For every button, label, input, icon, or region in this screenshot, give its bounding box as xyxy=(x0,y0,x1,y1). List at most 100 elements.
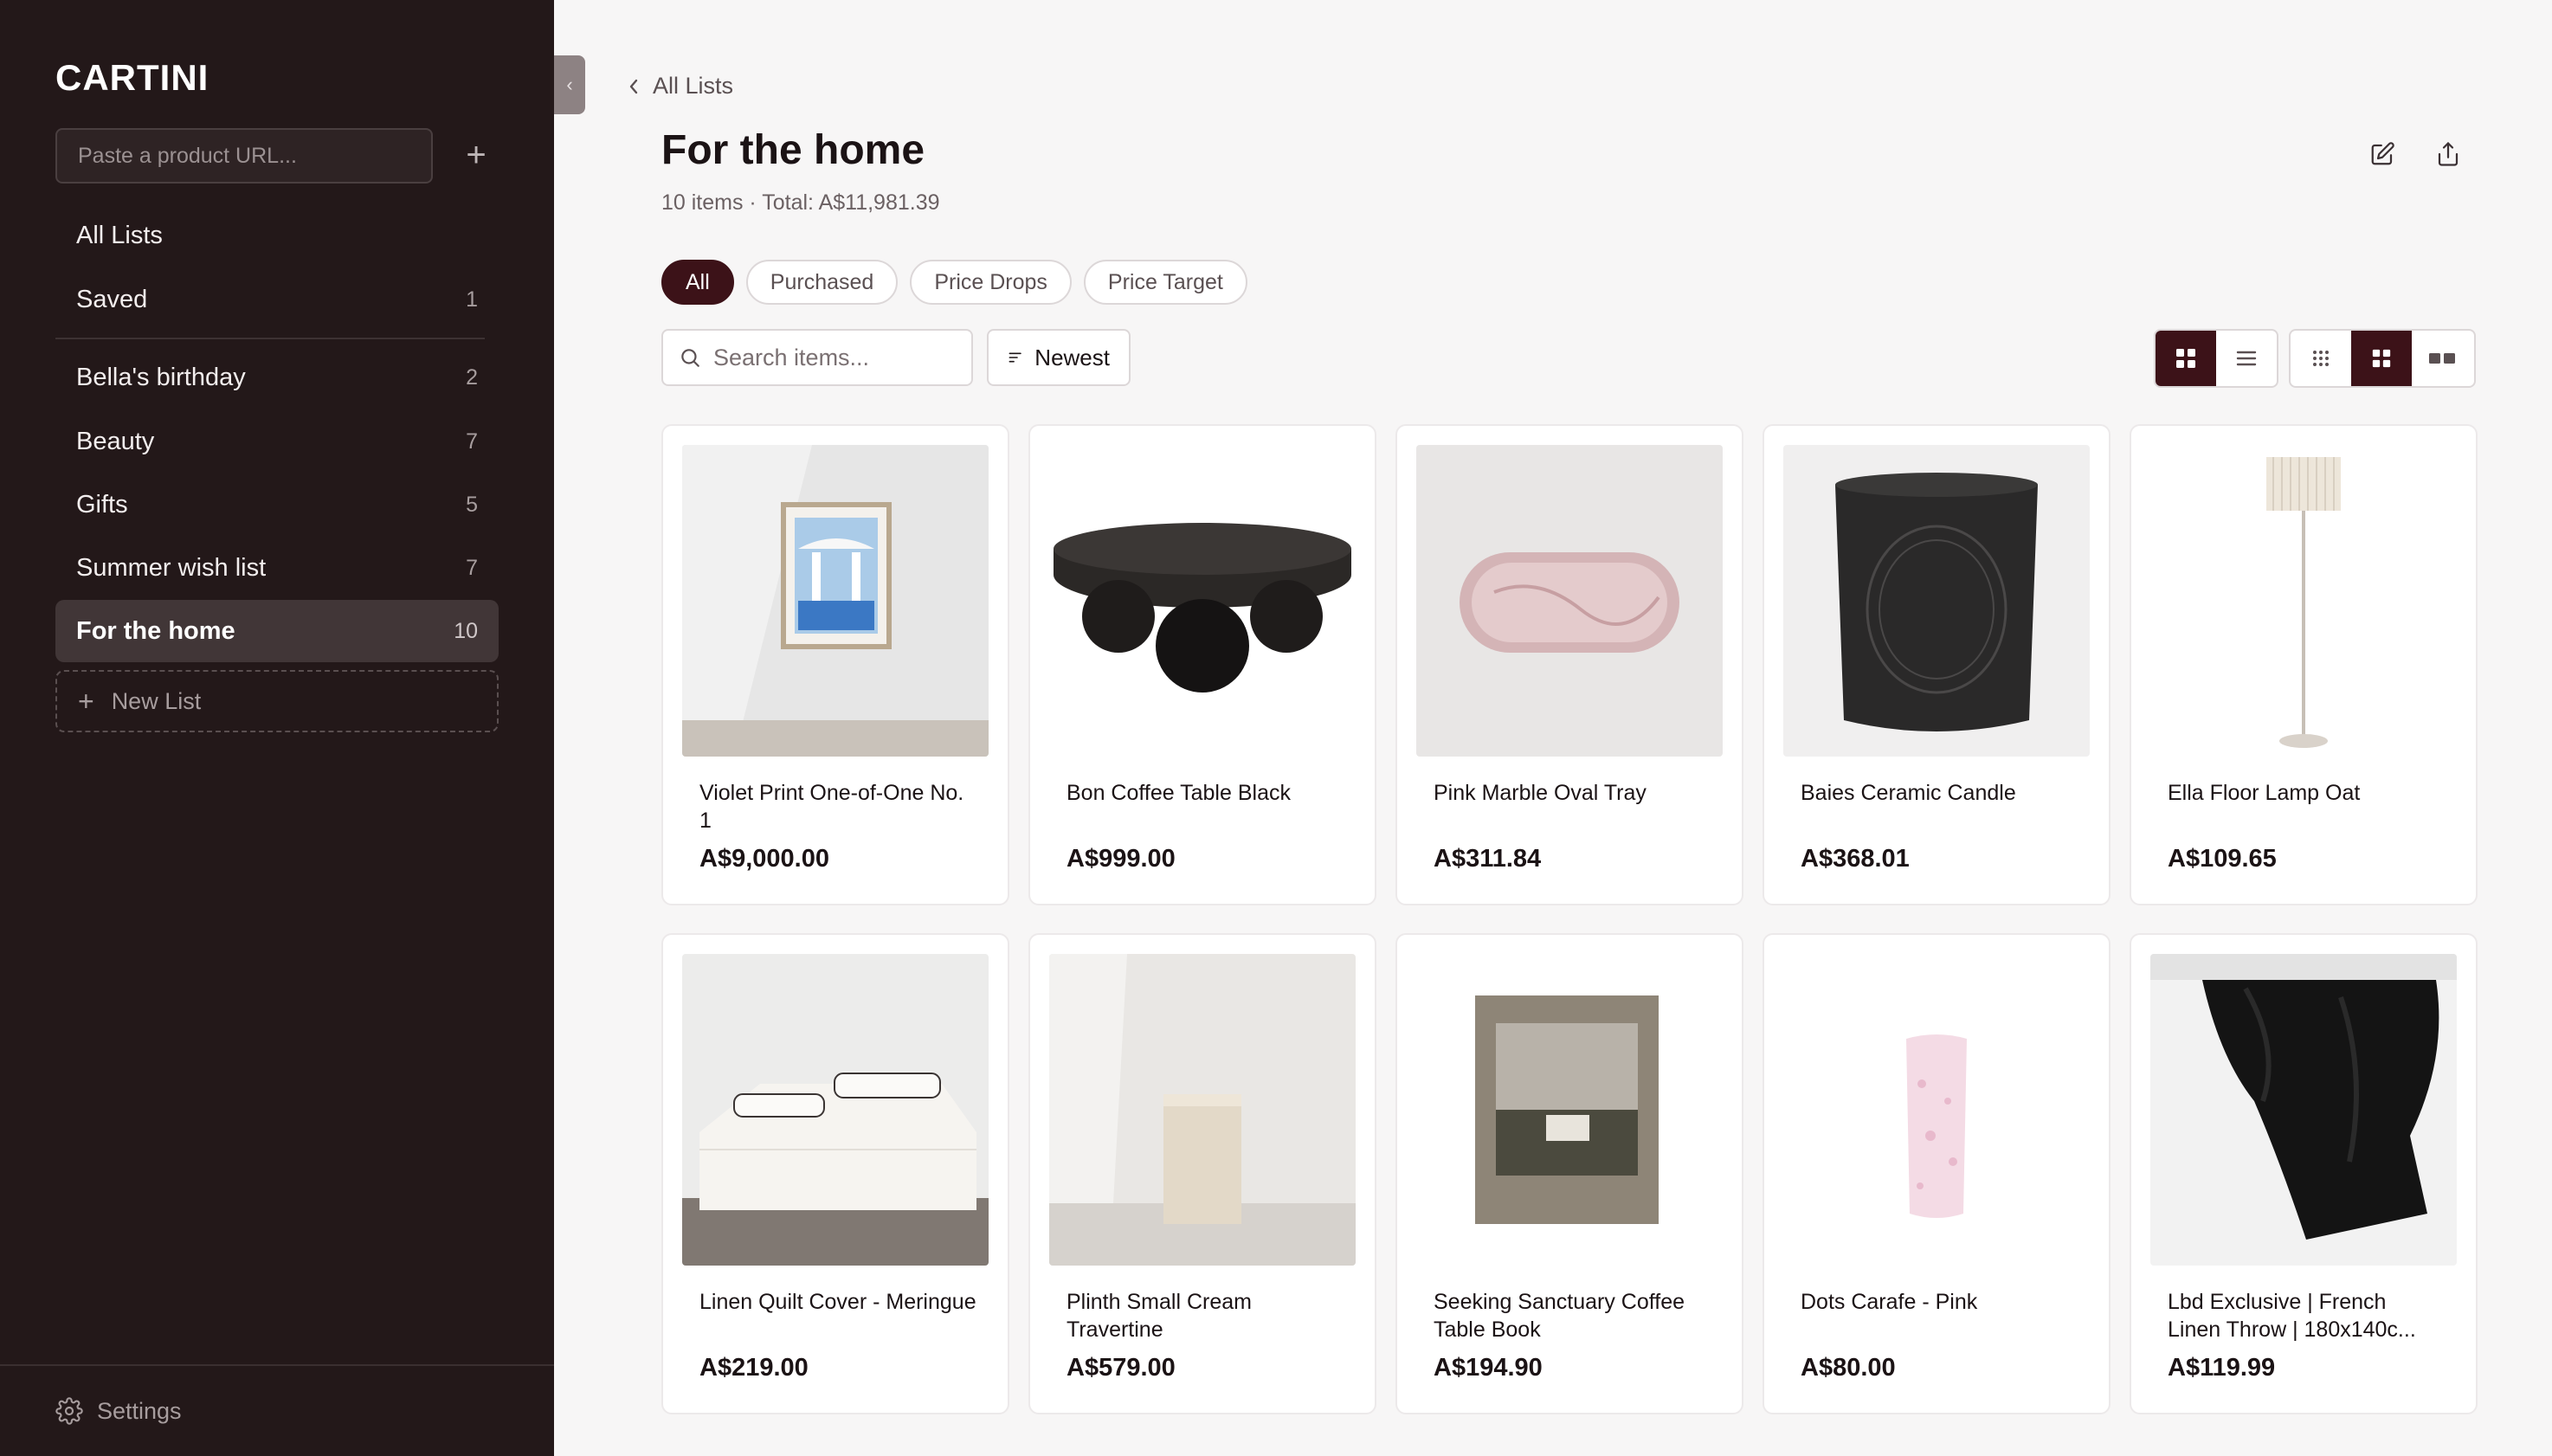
add-url-button[interactable]: + xyxy=(455,135,497,177)
share-list-button[interactable] xyxy=(2431,137,2465,171)
product-card[interactable]: Pink Marble Oval Tray A$311.84 xyxy=(1395,424,1743,905)
edit-list-button[interactable] xyxy=(2365,137,2400,171)
dense-grid-icon xyxy=(2313,351,2329,366)
new-list-button[interactable]: + New List xyxy=(55,670,499,732)
grid-density-toggle xyxy=(2289,329,2476,388)
product-url-input[interactable] xyxy=(55,128,433,184)
grid-view-button[interactable] xyxy=(2156,331,2216,386)
sidebar-item-label: Gifts xyxy=(76,490,128,519)
sidebar-item-label: Saved xyxy=(76,285,148,313)
page-title: For the home xyxy=(661,127,925,173)
product-card[interactable]: Plinth Small Cream Travertine A$579.00 xyxy=(1028,933,1376,1414)
product-name: Lbd Exclusive | French Linen Throw | 180… xyxy=(2168,1290,2416,1342)
sidebar-item-summer-wish-list[interactable]: Summer wish list 7 xyxy=(55,537,499,599)
sidebar-item-label: Bella's birthday xyxy=(76,363,246,391)
new-list-label: New List xyxy=(111,687,202,714)
sort-icon xyxy=(1009,352,1021,363)
plus-icon: + xyxy=(78,685,94,717)
sort-label: Newest xyxy=(1034,344,1110,370)
product-image xyxy=(1783,445,2090,757)
filter-price-drops[interactable]: Price Drops xyxy=(910,260,1072,305)
product-image xyxy=(682,445,989,757)
product-card[interactable]: Seeking Sanctuary Coffee Table Book A$19… xyxy=(1395,933,1743,1414)
settings-label: Settings xyxy=(97,1397,182,1424)
sidebar-item-count: 10 xyxy=(454,618,478,643)
sidebar-item-bellas-birthday[interactable]: Bella's birthday 2 xyxy=(55,346,499,409)
sidebar-item-count: 7 xyxy=(466,555,478,580)
sidebar-item-label: All Lists xyxy=(76,221,163,249)
density-small-button[interactable] xyxy=(2291,331,2351,386)
search-input[interactable] xyxy=(713,344,956,371)
filter-chips: All Purchased Price Drops Price Target xyxy=(661,260,1247,305)
product-price: A$109.65 xyxy=(2168,845,2277,873)
grid-icon xyxy=(2176,349,2195,368)
product-price: A$219.00 xyxy=(699,1354,809,1382)
product-name: Seeking Sanctuary Coffee Table Book xyxy=(1434,1290,1685,1342)
product-name: Violet Print One-of-One No. 1 xyxy=(699,781,964,833)
product-price: A$119.99 xyxy=(2168,1354,2276,1382)
product-card[interactable]: Lbd Exclusive | French Linen Throw | 180… xyxy=(2130,933,2478,1414)
sidebar: CARTINI + All Lists Saved 1 Bella's birt… xyxy=(0,0,554,1456)
product-image xyxy=(1416,445,1723,757)
view-mode-toggle xyxy=(2154,329,2278,388)
product-card[interactable]: Violet Print One-of-One No. 1 A$9,000.00 xyxy=(661,424,1009,905)
edit-icon xyxy=(2371,142,2394,165)
chevron-left-icon xyxy=(629,79,638,93)
product-card[interactable]: Linen Quilt Cover - Meringue A$219.00 xyxy=(661,933,1009,1414)
sidebar-item-count: 2 xyxy=(466,364,478,390)
sidebar-item-beauty[interactable]: Beauty 7 xyxy=(55,410,499,473)
sidebar-item-label: For the home xyxy=(76,616,235,645)
search-box xyxy=(661,329,973,386)
product-card[interactable]: Ella Floor Lamp Oat A$109.65 xyxy=(2130,424,2478,905)
large-grid-icon xyxy=(2429,353,2455,364)
product-card[interactable]: Bon Coffee Table Black A$999.00 xyxy=(1028,424,1376,905)
filter-purchased[interactable]: Purchased xyxy=(745,260,899,305)
settings-button[interactable]: Settings xyxy=(55,1397,182,1425)
density-large-button[interactable] xyxy=(2412,331,2472,386)
app-logo[interactable]: CARTINI xyxy=(55,57,209,99)
sidebar-item-saved[interactable]: Saved 1 xyxy=(55,268,499,331)
product-image xyxy=(2150,954,2457,1266)
product-name: Linen Quilt Cover - Meringue xyxy=(699,1290,976,1314)
gear-icon xyxy=(55,1397,83,1425)
grid-icon xyxy=(2372,349,2391,368)
sidebar-item-for-the-home[interactable]: For the home 10 xyxy=(55,600,499,662)
product-image xyxy=(1049,445,1356,757)
plus-icon: + xyxy=(466,136,487,174)
product-price: A$80.00 xyxy=(1801,1354,1896,1382)
product-price: A$9,000.00 xyxy=(699,845,829,873)
collapse-sidebar-button[interactable]: ‹ xyxy=(554,55,585,114)
product-image xyxy=(1049,954,1356,1266)
product-name: Bon Coffee Table Black xyxy=(1067,781,1291,805)
product-price: A$311.84 xyxy=(1434,845,1542,873)
list-icon xyxy=(2236,351,2257,366)
sidebar-item-label: Beauty xyxy=(76,427,155,455)
list-view-button[interactable] xyxy=(2216,331,2277,386)
product-price: A$999.00 xyxy=(1067,845,1176,873)
product-image xyxy=(1783,954,2090,1266)
density-medium-button[interactable] xyxy=(2351,331,2412,386)
product-price: A$579.00 xyxy=(1067,1354,1176,1382)
product-card[interactable]: Baies Ceramic Candle A$368.01 xyxy=(1763,424,2111,905)
product-image xyxy=(2150,445,2457,757)
sort-button[interactable]: Newest xyxy=(987,329,1131,386)
product-name: Dots Carafe - Pink xyxy=(1801,1290,1978,1314)
product-name: Plinth Small Cream Travertine xyxy=(1067,1290,1252,1342)
sidebar-item-all-lists[interactable]: All Lists xyxy=(55,204,499,267)
breadcrumb[interactable]: All Lists xyxy=(627,73,733,100)
share-icon xyxy=(2438,142,2459,166)
product-name: Pink Marble Oval Tray xyxy=(1434,781,1647,805)
chevron-left-icon: ‹ xyxy=(566,74,573,95)
sidebar-item-gifts[interactable]: Gifts 5 xyxy=(55,474,499,536)
sidebar-item-label: Summer wish list xyxy=(76,553,267,582)
product-card[interactable]: Dots Carafe - Pink A$80.00 xyxy=(1763,933,2111,1414)
sidebar-item-count: 7 xyxy=(466,428,478,454)
product-price: A$368.01 xyxy=(1801,845,1910,873)
filter-all[interactable]: All xyxy=(661,260,734,305)
list-summary: 10 items · Total: A$11,981.39 xyxy=(661,190,940,215)
sidebar-item-count: 1 xyxy=(466,287,478,312)
filter-price-target[interactable]: Price Target xyxy=(1083,260,1247,305)
breadcrumb-label: All Lists xyxy=(653,73,734,99)
sidebar-divider xyxy=(55,338,485,339)
product-image xyxy=(1416,954,1723,1266)
